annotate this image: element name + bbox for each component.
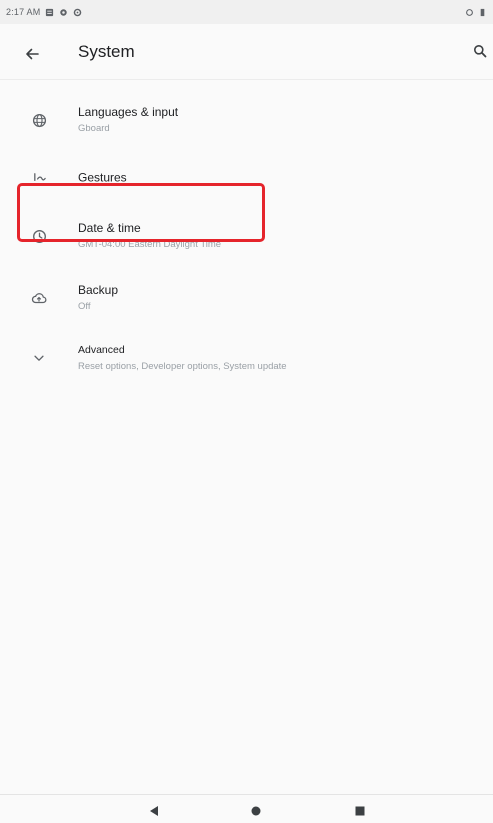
gestures-icon	[33, 172, 46, 181]
setting-summary: Off	[78, 301, 91, 312]
setting-gestures[interactable]: Gestures	[0, 154, 493, 202]
globe-icon	[32, 113, 46, 127]
setting-summary: GMT-04:00 Eastern Daylight Time	[78, 239, 222, 250]
setting-date-time[interactable]: Date & time GMT-04:00 Eastern Daylight T…	[0, 208, 493, 264]
app-bar: System	[0, 24, 493, 80]
chevron-down-icon	[34, 355, 44, 361]
setting-title: Gestures	[78, 170, 127, 185]
setting-summary: Gboard	[78, 123, 110, 134]
battery-icon	[480, 8, 485, 16]
wifi-icon	[466, 8, 473, 16]
setting-languages-input[interactable]: Languages & input Gboard	[0, 92, 493, 148]
status-bar: 2:17 AM	[0, 0, 493, 24]
settings-screen: 2:17 AM System Languages & input Gboard …	[0, 0, 493, 823]
navigation-bar	[0, 794, 493, 823]
back-button[interactable]	[18, 40, 46, 68]
page-title: System	[78, 42, 135, 61]
setting-title: Date & time	[78, 221, 141, 235]
setting-summary: Reset options, Developer options, System…	[78, 361, 287, 372]
nav-recents-icon	[355, 806, 365, 816]
setting-title: Backup	[78, 283, 119, 297]
notification-icon	[46, 8, 54, 16]
nav-home-button[interactable]	[248, 803, 264, 819]
nav-back-button[interactable]	[146, 803, 162, 819]
settings-icon	[60, 8, 68, 16]
nav-back-icon	[150, 806, 158, 816]
sync-icon	[74, 8, 82, 16]
search-button[interactable]	[467, 38, 493, 64]
setting-title: Advanced	[78, 344, 125, 356]
nav-home-icon	[251, 806, 261, 816]
status-time: 2:17 AM	[6, 7, 41, 17]
search-icon	[474, 45, 487, 58]
nav-recents-button[interactable]	[352, 803, 368, 819]
cloud-upload-icon	[31, 293, 47, 304]
clock-icon	[32, 229, 46, 243]
setting-advanced[interactable]: Advanced Reset options, Developer option…	[0, 330, 493, 386]
arrow-back-icon	[26, 48, 39, 60]
setting-title: Languages & input	[78, 105, 179, 119]
setting-backup[interactable]: Backup Off	[0, 270, 493, 326]
